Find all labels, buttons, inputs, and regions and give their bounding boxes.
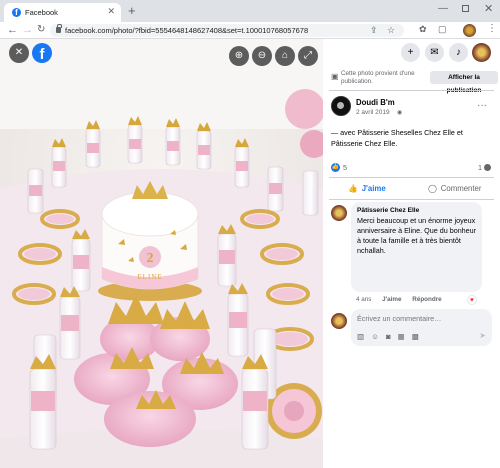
post-options-icon[interactable]: ··· <box>477 100 487 111</box>
messenger-icon[interactable]: ✉ <box>425 43 444 62</box>
notice-text: Cette photo provient d'une publication. <box>341 70 415 85</box>
create-plus-icon[interactable]: + <box>401 43 420 62</box>
browser-profile-avatar[interactable] <box>463 24 476 37</box>
like-button[interactable]: 👍 J'aime <box>348 182 386 196</box>
minimize-icon[interactable]: — <box>438 3 448 14</box>
notifications-bell-icon[interactable]: ♪ <box>449 43 468 62</box>
tab-close-icon[interactable]: ✕ <box>107 6 115 17</box>
comment-like-link[interactable]: J'aime <box>382 296 401 303</box>
post-text: — avec Pâtisserie Sheselles Chez Elle et… <box>331 128 463 148</box>
comment-count[interactable]: 1 <box>478 163 482 172</box>
like-count[interactable]: 5 <box>343 163 347 172</box>
browser-menu-icon[interactable]: ⋮ <box>487 23 497 34</box>
facebook-favicon-icon: f <box>12 8 21 17</box>
heart-reaction-icon[interactable]: ♥ <box>467 295 477 305</box>
post-panel: + ✉ ♪ ▣ Cette photo provient d'une publi… <box>323 39 500 468</box>
avatar-sticker-icon[interactable]: ▩ <box>412 332 419 341</box>
divider <box>329 177 494 178</box>
url-text[interactable]: facebook.com/photo/?fbid=555464814862740… <box>65 26 308 35</box>
maximize-icon[interactable] <box>462 5 469 12</box>
write-comment-box[interactable]: ▧ ☺ ◙ ▦ ▩ ➤ <box>351 309 492 346</box>
like-button-label: J'aime <box>361 184 386 193</box>
bookmark-star-icon[interactable]: ☆ <box>387 25 395 36</box>
extension-icon[interactable]: ✿ <box>419 24 427 35</box>
back-icon[interactable]: ← <box>7 23 18 37</box>
window-close-icon[interactable]: ✕ <box>484 2 493 15</box>
like-thumb-icon: 👍 <box>331 163 340 172</box>
zoom-out-icon[interactable]: ⊖ <box>252 46 272 66</box>
address-bar[interactable]: facebook.com/photo/?fbid=555464814862740… <box>50 24 404 37</box>
comment-tools: ▧ ☺ ◙ ▦ ▩ <box>357 332 424 341</box>
browser-tab-strip: f Facebook ✕ + — ✕ <box>0 0 500 22</box>
tag-icon[interactable]: ⌂ <box>275 46 295 66</box>
browser-toolbar: ← → ↻ facebook.com/photo/?fbid=555464814… <box>0 22 500 39</box>
comment-icon: ◯ <box>428 184 437 193</box>
lock-icon <box>56 24 62 33</box>
author-avatar[interactable] <box>331 96 351 116</box>
comment-meta: 4 ans J'aime Répondre <box>356 296 451 303</box>
divider <box>329 90 494 91</box>
comment-bubble-icon <box>484 164 491 171</box>
comment-age[interactable]: 4 ans <box>356 296 371 303</box>
gif-icon[interactable]: ▦ <box>398 332 405 341</box>
post-author[interactable]: Doudi B'm <box>356 98 395 107</box>
browser-tab[interactable]: f Facebook ✕ <box>4 3 121 22</box>
comment-bubble: Pâtisserie Chez Elle Merci beaucoup et u… <box>351 202 482 292</box>
comment-text: Merci beaucoup et un énorme joyeux anniv… <box>357 216 477 255</box>
post-date[interactable]: 2 avril 2019 <box>356 109 390 116</box>
emoji-icon[interactable]: ☺ <box>371 332 379 341</box>
camera-icon[interactable]: ◙ <box>386 332 391 341</box>
facebook-logo-icon[interactable]: f <box>32 43 52 63</box>
my-avatar <box>331 313 347 329</box>
send-icon[interactable]: ➤ <box>479 331 486 340</box>
zoom-in-icon[interactable]: ⊕ <box>229 46 249 66</box>
forward-icon[interactable]: → <box>22 23 33 37</box>
show-post-button[interactable]: Afficher la publication <box>430 71 498 94</box>
comment-button-label: Commenter <box>440 184 482 193</box>
new-tab-icon[interactable]: + <box>128 3 136 18</box>
divider <box>329 199 494 200</box>
comment-reply-link[interactable]: Répondre <box>412 296 441 303</box>
party-table-photo: 2 ELINE <box>0 39 323 468</box>
info-icon: ▣ <box>331 72 339 81</box>
sticker-icon[interactable]: ▧ <box>357 332 364 341</box>
tab-title: Facebook <box>25 8 58 17</box>
cake-number-text: 2 <box>147 251 154 266</box>
reload-icon[interactable]: ↻ <box>37 23 45 37</box>
tab-search-icon[interactable]: ▢ <box>438 24 447 35</box>
globe-icon: ◉ <box>397 110 403 116</box>
share-icon[interactable]: ⇪ <box>370 25 378 36</box>
comment-input[interactable] <box>357 314 485 323</box>
comment-button[interactable]: ◯ Commenter <box>428 182 481 196</box>
close-icon[interactable]: ✕ <box>9 43 29 63</box>
source-notice: ▣ Cette photo provient d'une publication… <box>331 70 498 94</box>
cake-topper-text: ELINE <box>137 273 162 281</box>
photo-viewer: 2 ELINE ✕ f ⊕ ⊖ ⌂ ⤢ <box>0 39 323 468</box>
commenter-avatar[interactable] <box>331 205 347 221</box>
account-avatar[interactable] <box>472 43 491 62</box>
comment-author[interactable]: Pâtisserie Chez Elle <box>357 207 419 214</box>
fullscreen-icon[interactable]: ⤢ <box>298 46 318 66</box>
like-thumb-icon: 👍 <box>348 184 358 193</box>
